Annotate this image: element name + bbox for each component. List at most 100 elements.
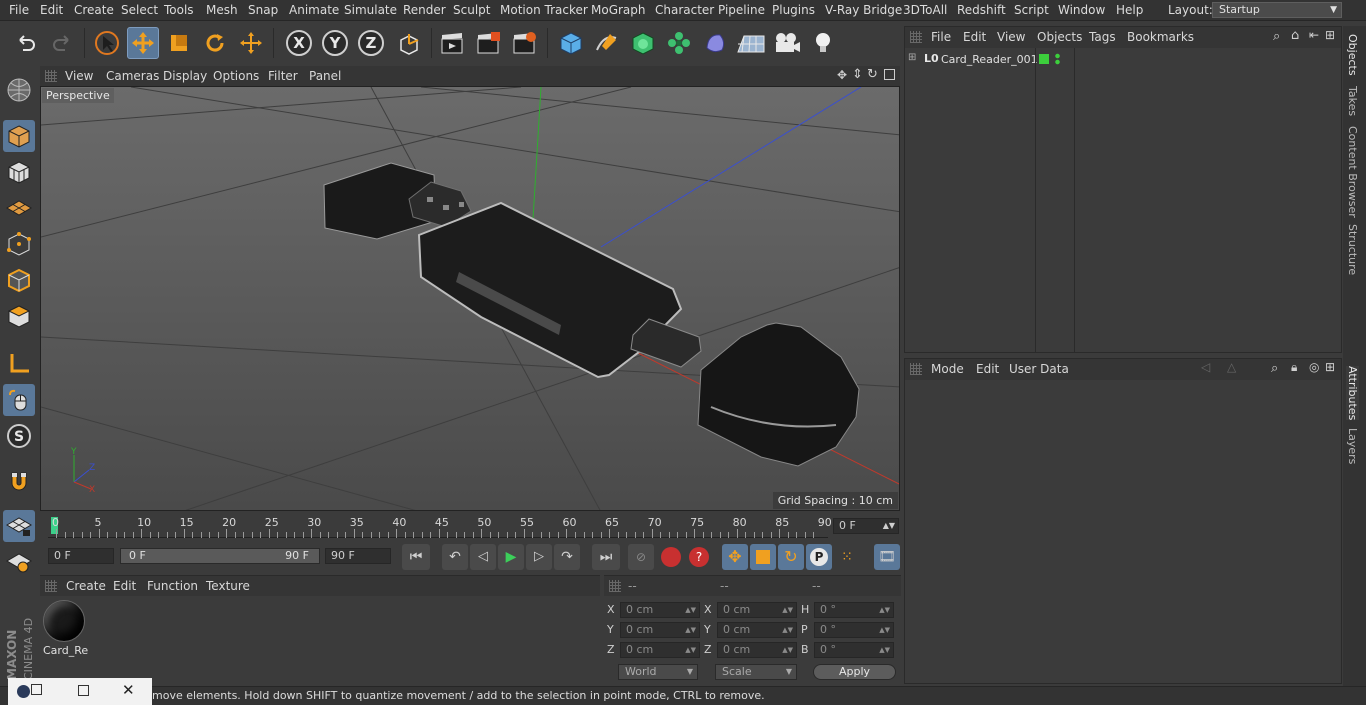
maximize-icon[interactable] <box>78 685 89 696</box>
cloner-button[interactable] <box>663 27 695 59</box>
coord-value-field[interactable]: 0 ° ▲▼ <box>814 622 894 638</box>
up-arrow-icon[interactable]: △ <box>1227 360 1236 374</box>
lock-icon[interactable]: 🔒︎ <box>1291 360 1297 375</box>
material-menu-edit[interactable]: Edit <box>113 579 136 593</box>
x-axis-lock-button[interactable]: X <box>283 27 315 59</box>
go-to-start-button[interactable]: ⏮ <box>402 544 430 570</box>
menu-create[interactable]: Create <box>74 3 114 17</box>
menu-mograph[interactable]: MoGraph <box>591 3 646 17</box>
home-icon[interactable]: ⌂ <box>1291 28 1299 43</box>
render-settings-button[interactable] <box>508 27 540 59</box>
start-frame-field[interactable]: 0 F <box>48 548 114 564</box>
scale-tool-button[interactable] <box>163 27 195 59</box>
viewport-menu-view[interactable]: View <box>65 69 93 83</box>
snap-button[interactable] <box>3 466 35 498</box>
go-to-next-key-button[interactable]: ↷ <box>554 544 580 570</box>
go-to-prev-key-button[interactable]: ↶ <box>442 544 468 570</box>
coord-mode-select[interactable]: Scale ▼ <box>715 664 797 680</box>
timeline-ruler[interactable]: 0 5 10 15 20 25 30 35 40 45 50 55 60 65 70 75 80 85 90 <box>48 514 832 538</box>
timeline-window-button[interactable]: 🎞 <box>874 544 900 570</box>
expand-toggle-icon[interactable]: ⊞ <box>908 52 916 63</box>
viewport[interactable]: Y Z X Perspective Grid Spacing : 10 cm <box>40 86 900 511</box>
texture-mode-button[interactable] <box>3 156 35 188</box>
object-menu-edit[interactable]: Edit <box>963 30 986 44</box>
key-parameter-button[interactable]: P <box>806 544 832 570</box>
menu-script[interactable]: Script <box>1014 3 1049 17</box>
coord-value-field[interactable]: 0 cm ▲▼ <box>717 642 797 658</box>
layout-select[interactable]: Startup ▼ <box>1212 2 1342 18</box>
target-icon[interactable]: ◎ <box>1309 360 1319 374</box>
viewport-menu-options[interactable]: Options <box>213 69 259 83</box>
visibility-dots-icon[interactable] <box>1055 53 1060 65</box>
object-menu-file[interactable]: File <box>931 30 951 44</box>
attribute-menu-user-data[interactable]: User Data <box>1009 362 1069 376</box>
menu-3dtoall[interactable]: 3DToAll <box>903 3 947 17</box>
material-menu-create[interactable]: Create <box>66 579 106 593</box>
coord-value-field[interactable]: 0 ° ▲▼ <box>814 602 894 618</box>
menu-file[interactable]: File <box>9 3 29 17</box>
material-swatch[interactable]: Card_Re <box>43 600 88 658</box>
object-name[interactable]: Card_Reader_001 <box>941 53 1038 66</box>
floor-button[interactable] <box>735 27 767 59</box>
menu-simulate[interactable]: Simulate <box>344 3 397 17</box>
menu-mesh[interactable]: Mesh <box>206 3 238 17</box>
restore-icon[interactable] <box>31 684 42 695</box>
motion-record-button[interactable]: ⊘ <box>628 544 654 570</box>
attribute-menu-mode[interactable]: Mode <box>931 362 964 376</box>
menu-character[interactable]: Character <box>655 3 714 17</box>
solo-button[interactable]: S <box>3 420 35 452</box>
coord-value-field[interactable]: 0 ° ▲▼ <box>814 642 894 658</box>
light-button[interactable] <box>807 27 839 59</box>
y-axis-lock-button[interactable]: Y <box>319 27 351 59</box>
workplane-lock-button[interactable] <box>3 510 35 542</box>
points-mode-button[interactable] <box>3 228 35 260</box>
workplane-mode-button[interactable] <box>3 192 35 224</box>
viewport-zoom-icon[interactable]: ⇕ <box>852 67 863 82</box>
menu-help[interactable]: Help <box>1116 3 1143 17</box>
menu-motion-tracker[interactable]: Motion Tracker <box>500 3 588 17</box>
polygons-mode-button[interactable] <box>3 300 35 332</box>
menu-redshift[interactable]: Redshift <box>957 3 1006 17</box>
menu-sculpt[interactable]: Sculpt <box>453 3 490 17</box>
menu-select[interactable]: Select <box>121 3 158 17</box>
move-tool-button[interactable] <box>127 27 159 59</box>
go-to-end-button[interactable]: ⏭ <box>592 544 620 570</box>
coord-value-field[interactable]: 0 cm ▲▼ <box>620 642 700 658</box>
material-menu-function[interactable]: Function <box>147 579 198 593</box>
menu-window[interactable]: Window <box>1058 3 1105 17</box>
cube-primitive-button[interactable] <box>555 27 587 59</box>
live-selection-button[interactable] <box>91 27 123 59</box>
frame-range-slider[interactable]: 0 F 90 F <box>120 548 320 564</box>
model-mode-button[interactable] <box>3 120 35 152</box>
search-icon[interactable]: ⌕ <box>1271 361 1278 376</box>
prev-frame-button[interactable]: ◁ <box>470 544 496 570</box>
key-position-button[interactable]: ✥ <box>722 544 748 570</box>
key-rotation-button[interactable]: ↻ <box>778 544 804 570</box>
viewport-menu-display[interactable]: Display <box>163 69 207 83</box>
material-menu-texture[interactable]: Texture <box>206 579 250 593</box>
rotate-tool-button[interactable] <box>199 27 231 59</box>
play-button[interactable]: ▶ <box>498 544 524 570</box>
current-frame-field[interactable]: 0 F ▲▼ <box>833 518 899 534</box>
autokey-button[interactable]: ? <box>686 544 712 570</box>
viewport-move-icon[interactable]: ✥ <box>837 68 847 82</box>
viewport-menu-panel[interactable]: Panel <box>309 69 341 83</box>
render-view-button[interactable] <box>436 27 468 59</box>
menu-render[interactable]: Render <box>403 3 446 17</box>
key-pla-button[interactable]: ⁙ <box>834 544 860 570</box>
menu-pipeline[interactable]: Pipeline <box>718 3 765 17</box>
object-menu-objects[interactable]: Objects <box>1037 30 1082 44</box>
menu-animate[interactable]: Animate <box>289 3 339 17</box>
object-menu-view[interactable]: View <box>997 30 1025 44</box>
coord-value-field[interactable]: 0 cm ▲▼ <box>717 602 797 618</box>
camera-button[interactable] <box>771 27 803 59</box>
back-arrow-icon[interactable]: ◁ <box>1201 360 1210 374</box>
axis-mode-button[interactable] <box>3 348 35 380</box>
layer-color-swatch[interactable] <box>1039 54 1049 64</box>
viewport-maximize-icon[interactable] <box>884 69 895 80</box>
menu-snap[interactable]: Snap <box>248 3 278 17</box>
tab-attributes[interactable]: Attributes <box>1346 366 1359 421</box>
coord-space-select[interactable]: World ▼ <box>618 664 698 680</box>
coord-value-field[interactable]: 0 cm ▲▼ <box>620 602 700 618</box>
viewport-menu-cameras[interactable]: Cameras <box>106 69 159 83</box>
